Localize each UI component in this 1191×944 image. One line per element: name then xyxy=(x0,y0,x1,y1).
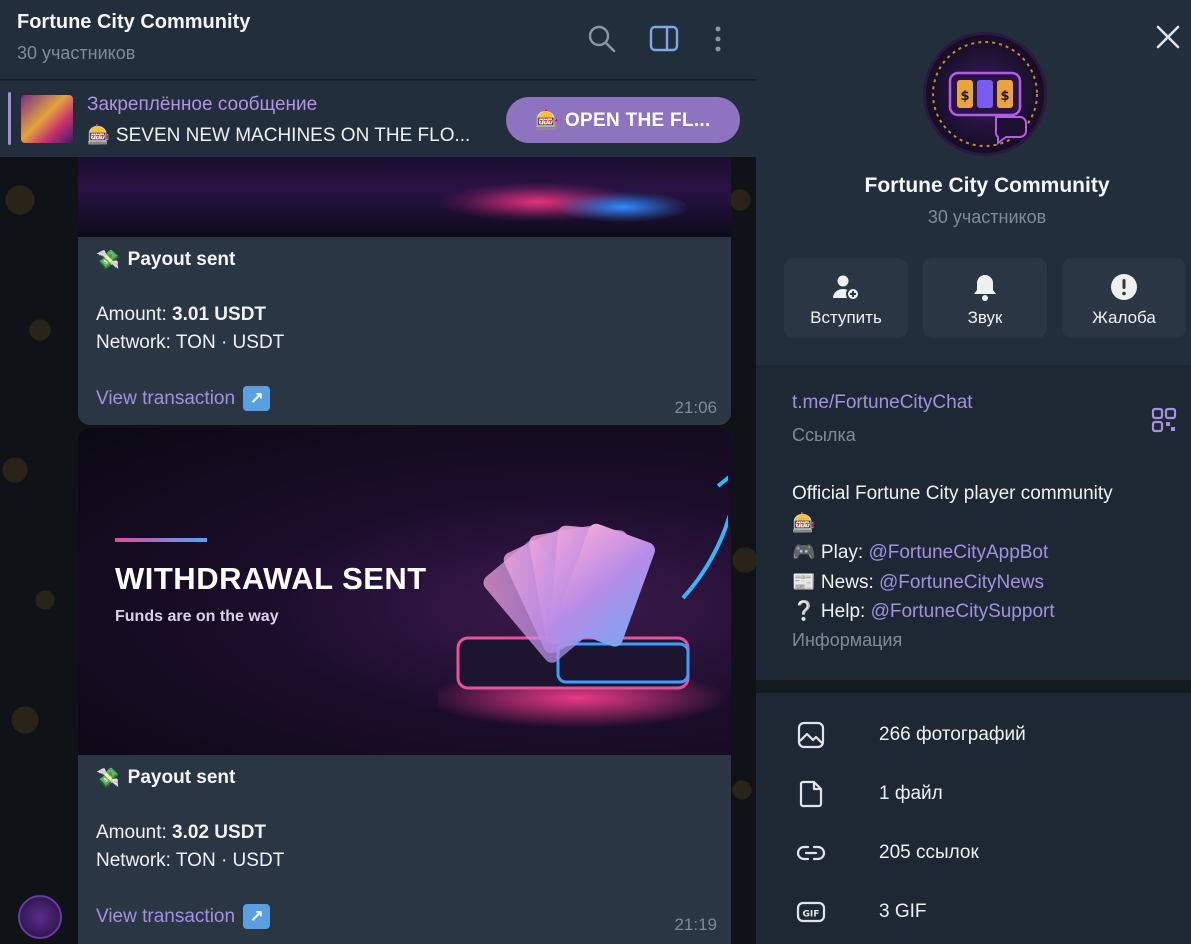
poster-title: WITHDRAWAL SENT xyxy=(115,561,427,596)
profile-header: $ $ Fortune City Community 30 участников… xyxy=(756,0,1191,365)
news-channel-link[interactable]: @FortuneCityNews xyxy=(879,572,1044,593)
view-transaction-link[interactable]: View transaction ↗ xyxy=(96,904,271,929)
pinned-message-bar[interactable]: Закреплённое сообщение 🎰 SEVEN NEW MACHI… xyxy=(0,80,756,157)
amount-label: Amount: xyxy=(96,304,167,325)
bell-icon xyxy=(974,275,996,301)
pinned-text: 🎰 SEVEN NEW MACHINES ON THE FLO... xyxy=(87,125,471,146)
media-row-links[interactable]: 205 ссылок xyxy=(756,827,1191,877)
slot-emoji: 🎰 xyxy=(792,512,816,534)
amount-line: Amount: 3.01 USDT xyxy=(96,304,266,326)
sidebar-toggle-icon[interactable] xyxy=(647,22,681,56)
withdrawal-poster-image[interactable]: WITHDRAWAL SENT Funds are on the way xyxy=(78,428,731,755)
message-time: 21:06 xyxy=(674,398,717,417)
invite-link[interactable]: t.me/FortuneCityChat xyxy=(792,392,973,414)
chat-member-count: 30 участников xyxy=(17,43,136,63)
files-count: 1 файл xyxy=(879,783,943,804)
play-bot-link[interactable]: @FortuneCityAppBot xyxy=(868,542,1048,563)
support-link[interactable]: @FortuneCitySupport xyxy=(871,601,1055,622)
file-icon xyxy=(799,780,823,808)
qr-code-icon[interactable] xyxy=(1151,407,1177,433)
more-menu-icon[interactable] xyxy=(701,22,735,56)
report-icon xyxy=(1111,274,1137,300)
news-line: 📰 News: @FortuneCityNews xyxy=(792,568,1172,598)
group-avatar[interactable]: $ $ xyxy=(923,32,1047,156)
news-prefix: 📰 News: xyxy=(792,571,880,593)
arrow-up-right-icon: ↗ xyxy=(243,386,271,411)
pinned-thumbnail xyxy=(21,95,73,143)
amount-line: Amount: 3.02 USDT xyxy=(96,822,266,844)
open-floor-button[interactable]: 🎰 OPEN THE FL... xyxy=(506,97,740,143)
profile-panel: $ $ Fortune City Community 30 участников… xyxy=(756,0,1191,944)
message-title: 💸 Payout sent xyxy=(96,766,235,790)
photo-icon xyxy=(797,721,825,749)
money-icon: 💸 xyxy=(96,250,120,271)
sound-label: Звук xyxy=(967,308,1003,327)
slot-machine-logo-icon: $ $ xyxy=(932,41,1038,147)
group-member-count: 30 участников xyxy=(927,207,1047,227)
section-divider xyxy=(756,680,1191,693)
report-label: Жалоба xyxy=(1092,308,1156,327)
photos-count: 266 фотографий xyxy=(879,724,1026,745)
amount-value: 3.01 USDT xyxy=(172,304,267,325)
message-title: 💸 Payout sent xyxy=(96,248,235,272)
message-bubble: 💸 Payout sent Amount: 3.02 USDT Network:… xyxy=(78,755,731,944)
info-label: Информация xyxy=(792,630,903,650)
message-title-text: Payout sent xyxy=(127,767,236,788)
svg-text:GIF: GIF xyxy=(803,910,820,920)
media-row-photos[interactable]: 266 фотографий xyxy=(756,709,1191,759)
chat-header[interactable]: Fortune City Community 30 участников xyxy=(0,0,756,80)
join-button[interactable]: Вступить xyxy=(784,258,908,338)
search-icon[interactable] xyxy=(585,22,619,56)
close-icon[interactable] xyxy=(1153,22,1183,52)
pinned-title: Закреплённое сообщение xyxy=(87,94,318,115)
message-image-partial[interactable] xyxy=(78,157,731,237)
pinned-indicator xyxy=(8,92,11,145)
money-icon: 💸 xyxy=(96,768,120,789)
description-line: Official Fortune City player community xyxy=(792,483,1113,504)
sound-button[interactable]: Звук xyxy=(923,258,1047,338)
gifs-count: 3 GIF xyxy=(879,901,927,922)
report-button[interactable]: Жалоба xyxy=(1062,258,1186,338)
join-label: Вступить xyxy=(810,308,882,327)
message-title-text: Payout sent xyxy=(127,249,236,270)
chat-area: Fortune City Community 30 участников Зак… xyxy=(0,0,756,944)
cards-illustration xyxy=(438,475,728,728)
amount-value: 3.02 USDT xyxy=(172,822,267,843)
help-prefix: ❔ Help: xyxy=(792,601,871,622)
play-prefix: 🎮 Play: xyxy=(792,542,869,563)
link-icon xyxy=(796,845,826,861)
group-title: Fortune City Community xyxy=(864,174,1110,197)
shared-media-list: 266 фотографий 1 файл 205 ссылок GIF 3 G… xyxy=(756,693,1191,944)
help-line: ❔ Help: @FortuneCitySupport xyxy=(792,597,1172,627)
message-time: 21:19 xyxy=(674,915,717,934)
svg-text:$: $ xyxy=(1000,89,1009,104)
info-section: t.me/FortuneCityChat Ссылка Official For… xyxy=(756,365,1191,680)
amount-label: Amount: xyxy=(96,822,167,843)
gif-icon: GIF xyxy=(796,901,826,923)
chat-title[interactable]: Fortune City Community xyxy=(17,11,250,34)
media-row-files[interactable]: 1 файл xyxy=(756,768,1191,818)
links-count: 205 ссылок xyxy=(879,842,979,863)
group-description: Official Fortune City player community 🎰… xyxy=(792,479,1172,627)
media-row-gifs[interactable]: GIF 3 GIF xyxy=(756,886,1191,936)
view-transaction-link[interactable]: View transaction ↗ xyxy=(96,386,271,411)
view-transaction-text[interactable]: View transaction xyxy=(96,906,235,928)
arrow-up-right-icon: ↗ xyxy=(243,904,271,929)
message-bubble: 💸 Payout sent Amount: 3.01 USDT Network:… xyxy=(78,237,731,425)
view-transaction-text[interactable]: View transaction xyxy=(96,388,235,410)
add-user-icon xyxy=(833,275,860,301)
poster-accent-line xyxy=(115,538,207,542)
svg-text:$: $ xyxy=(960,89,969,104)
poster-subtitle: Funds are on the way xyxy=(115,608,279,625)
network-line: Network: TON · USDT xyxy=(96,332,285,353)
play-line: 🎮 Play: @FortuneCityAppBot xyxy=(792,538,1172,568)
sender-avatar[interactable] xyxy=(18,895,62,939)
invite-link-label: Ссылка xyxy=(792,425,856,445)
network-line: Network: TON · USDT xyxy=(96,850,285,871)
